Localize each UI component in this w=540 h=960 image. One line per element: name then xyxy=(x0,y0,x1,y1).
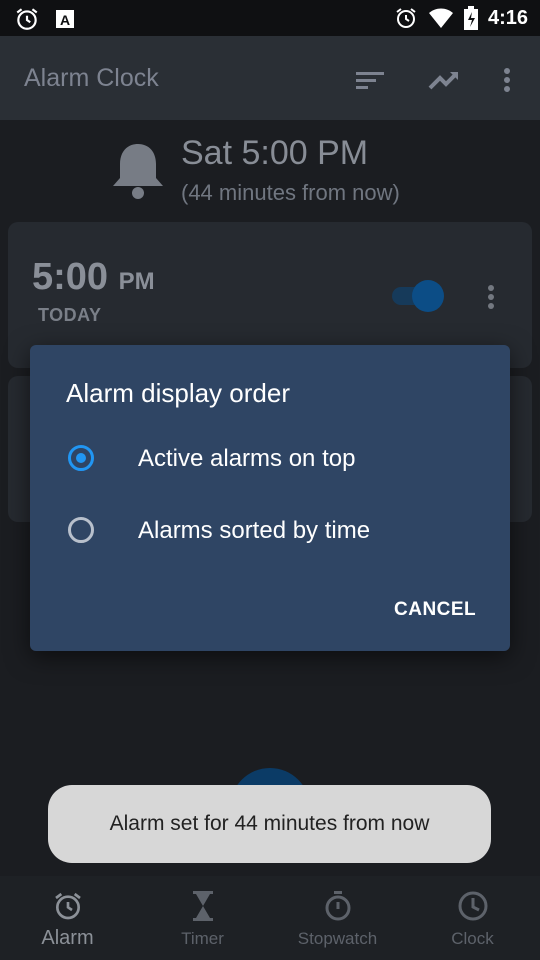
status-left-icons: A xyxy=(14,6,76,32)
alarm-day: TODAY xyxy=(38,305,102,325)
font-app-icon: A xyxy=(56,10,74,28)
sort-icon[interactable] xyxy=(354,66,386,94)
cancel-button[interactable]: CANCEL xyxy=(394,599,476,621)
app-bar: Alarm Clock xyxy=(0,36,540,120)
option-sorted-by-time-label[interactable]: Alarms sorted by time xyxy=(138,517,370,545)
nav-item-stopwatch[interactable]: Stopwatch xyxy=(270,876,405,960)
alarm-toggle[interactable] xyxy=(412,280,444,312)
alarm-ampm: PM xyxy=(118,268,155,295)
next-alarm-countdown: (44 minutes from now) xyxy=(181,180,400,205)
alarm-time: 5:00 PM xyxy=(32,256,155,299)
more-vert-icon[interactable] xyxy=(492,66,522,94)
nav-item-timer[interactable]: Timer xyxy=(135,876,270,960)
bottom-nav: Alarm Timer Stopwatch Clock xyxy=(0,876,540,960)
status-bar: A 4:16 xyxy=(0,0,540,36)
alarm-icon xyxy=(396,8,416,28)
alarm-time-value: 5:00 xyxy=(32,256,109,298)
bell-icon xyxy=(113,144,163,199)
display-order-dialog: Alarm display order Active alarms on top… xyxy=(30,345,510,651)
status-right-icons: 4:16 xyxy=(394,6,528,30)
svg-text:A: A xyxy=(60,12,70,28)
option-active-on-top-label[interactable]: Active alarms on top xyxy=(138,445,355,473)
radio-active-on-top[interactable] xyxy=(68,445,94,471)
alarm-icon xyxy=(54,892,81,920)
toast: Alarm set for 44 minutes from now xyxy=(48,785,491,863)
nav-item-alarm[interactable]: Alarm xyxy=(0,876,135,960)
radio-sorted-by-time[interactable] xyxy=(68,517,94,543)
toast-message: Alarm set for 44 minutes from now xyxy=(109,812,430,835)
nav-label-clock: Clock xyxy=(451,929,494,948)
stopwatch-icon xyxy=(325,891,350,921)
app-title: Alarm Clock xyxy=(24,64,159,92)
alarm-icon xyxy=(16,8,38,30)
battery-icon xyxy=(463,6,478,30)
alarm-more-icon[interactable] xyxy=(486,284,496,312)
nav-label-timer: Timer xyxy=(181,929,224,948)
trending-icon[interactable] xyxy=(428,66,460,94)
dialog-title: Alarm display order xyxy=(66,378,290,408)
clock-icon xyxy=(458,891,487,921)
next-alarm-time: Sat 5:00 PM xyxy=(181,134,369,172)
nav-item-clock[interactable]: Clock xyxy=(405,876,540,960)
hourglass-icon xyxy=(192,891,213,921)
nav-label-alarm: Alarm xyxy=(41,927,94,949)
status-time: 4:16 xyxy=(487,6,528,29)
wifi-icon xyxy=(428,8,453,28)
nav-label-stopwatch: Stopwatch xyxy=(297,929,378,948)
